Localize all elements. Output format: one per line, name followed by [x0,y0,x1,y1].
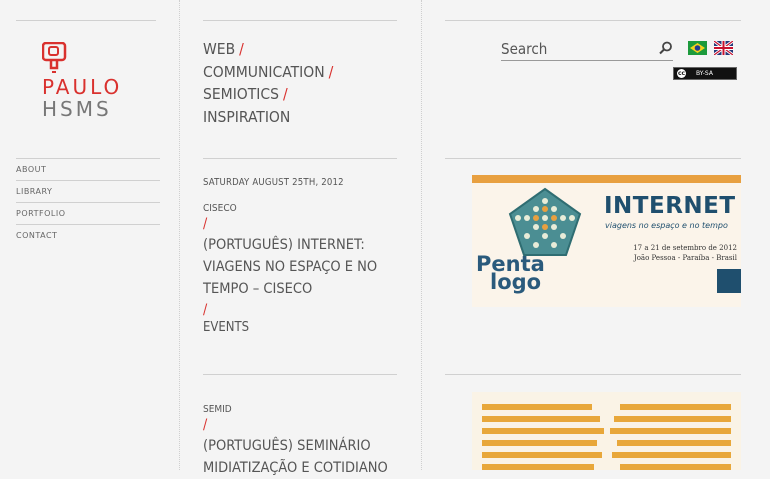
nav-item-library[interactable]: LIBRARY [16,180,160,202]
post-separator: / [203,216,208,232]
column-divider-left [179,0,180,470]
tagline-line: COMMUNICATION / [203,61,333,84]
tagline-word: WEB [203,40,236,58]
post-tag-link[interactable]: EVENTS [203,320,388,335]
tagline-word: COMMUNICATION [203,62,325,81]
post-entry: SATURDAY AUGUST 25TH, 2012 CISECO / (POR… [203,177,388,335]
post-date: SATURDAY AUGUST 25TH, 2012 [203,177,344,188]
post-category-link[interactable]: SEMID [203,404,388,415]
pentagon-network-graphic [508,187,582,256]
post-title-link[interactable]: (PORTUGUÊS) SEMINÁRIO MIDIATIZAÇÃO E COT… [203,435,388,479]
logo-line-1: PAULO [42,75,123,99]
site-tagline: WEB / COMMUNICATION / SEMIOTICS / INSPIRATI… [203,38,333,128]
striped-faces-graphic [482,404,731,470]
post-entry: SEMID / (PORTUGUÊS) SEMINÁRIO MIDIATIZAÇ… [203,404,388,479]
tagline-line: INSPIRATION [203,106,333,129]
post-category-link[interactable]: CISECO [203,203,388,214]
tagline-line: WEB / [203,38,333,61]
sidebar-nav: ABOUT LIBRARY PORTFOLIO CONTACT [16,158,160,246]
top-rule-left [16,20,156,21]
divider-middle-1 [203,158,397,159]
nav-item-contact[interactable]: CONTACT [16,224,160,246]
cc-icon: cc [677,69,686,78]
nav-item-portfolio[interactable]: PORTFOLIO [16,202,160,224]
post-title-link[interactable]: (PORTUGUÊS) INTERNET: VIAGENS NO ESPAÇO … [203,234,388,300]
tagline-slash: / [239,40,244,58]
tagline-line: SEMIOTICS / [203,83,333,106]
logo-word: logo [490,270,542,294]
search-icon[interactable] [659,41,673,55]
tagline-word: INSPIRATION [203,107,291,126]
flag-uk-icon[interactable] [714,41,733,55]
pentalogo-wordmark: Penta logo [476,254,545,294]
flag-brazil-icon[interactable] [688,41,707,55]
search-box [501,38,673,61]
post-separator: / [203,302,208,318]
divider-middle-2 [203,374,397,375]
logo-wordmark: PAULO HSMS [42,76,122,120]
column-divider-right [421,0,422,470]
nav-item-about[interactable]: ABOUT [16,158,160,180]
post-separator: / [203,417,208,433]
creative-commons-badge[interactable]: cc BY-SA [673,67,737,80]
thumbnail-subtitle: viagens no espaço e no tempo [605,221,728,230]
top-rule-right [445,20,741,21]
post-thumbnail-semid[interactable] [472,392,741,470]
top-rule-middle [203,20,397,21]
event-place: João Pessoa - Paraíba - Brasil [633,254,737,262]
thumbnail-top-bar [472,175,741,183]
ciseco-badge [717,269,741,293]
tagline-word: SEMIOTICS [203,85,280,103]
divider-right-2 [445,374,741,375]
post-thumbnail-internet[interactable]: Penta logo INTERNET viagens no espaço e … [472,175,741,307]
logo-line-2: HSMS [42,97,112,121]
tagline-slash: / [283,85,288,103]
thumbnail-date: 17 a 21 de setembro de 2012 João Pessoa … [627,243,737,263]
license-label: BY-SA [696,70,713,77]
tagline-slash: / [328,62,334,81]
logo-icon [42,42,67,73]
search-input[interactable] [501,38,651,60]
event-date: 17 a 21 de setembro de 2012 [633,244,737,252]
divider-right-1 [445,158,741,159]
thumbnail-headline: INTERNET [604,193,736,219]
